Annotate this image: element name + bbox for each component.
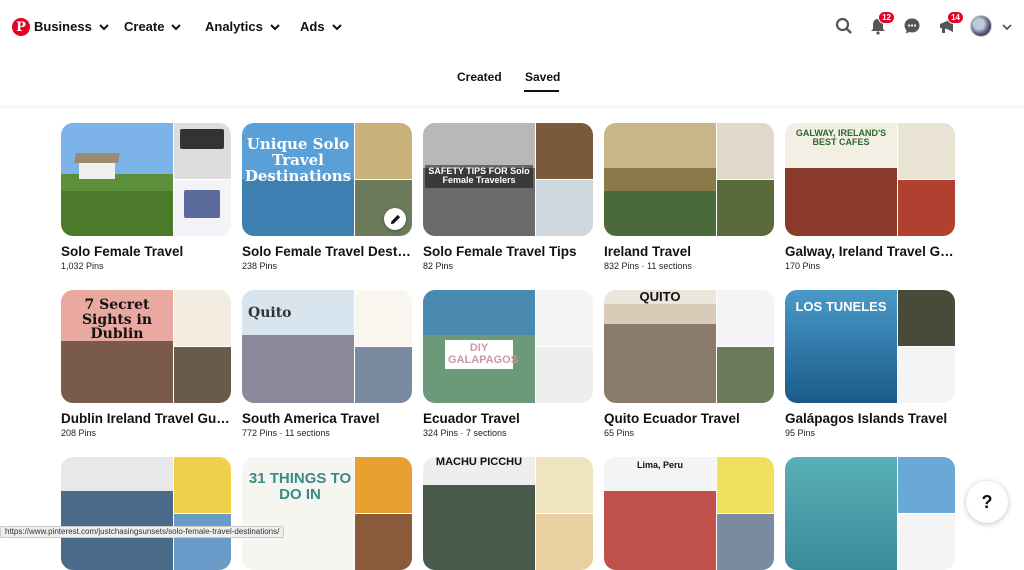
chat-bubble-icon xyxy=(904,18,920,34)
board-cover: DIY GALAPAGOS xyxy=(423,290,593,403)
board-card[interactable]: SAFETY TIPS FOR Solo Female Travelers So… xyxy=(423,123,593,271)
board-cover-text: Lima, Peru xyxy=(636,460,683,470)
board-cover: Lima, Peru xyxy=(604,457,774,570)
chevron-down-icon xyxy=(171,23,182,30)
board-title: Ireland Travel xyxy=(604,244,692,259)
board-pin-count: 1,032 Pins xyxy=(61,261,104,271)
board-title: Galápagos Islands Travel xyxy=(785,411,948,426)
updates-button[interactable]: 14 xyxy=(937,11,964,36)
nav-business-label: Business xyxy=(34,19,92,34)
board-title: Solo Female Travel xyxy=(61,244,184,259)
updates-badge: 14 xyxy=(947,11,964,24)
board-card[interactable] xyxy=(61,457,231,570)
board-cover-text: Unique Solo Travel Destinations xyxy=(244,135,352,185)
nav-create-label: Create xyxy=(124,19,165,34)
board-cover-text: QUITO xyxy=(604,290,716,304)
board-pin-count: 324 Pins · 7 sections xyxy=(423,428,507,438)
status-url: https://www.pinterest.com/justchasingsun… xyxy=(0,526,285,538)
board-title: Quito Ecuador Travel xyxy=(604,411,740,426)
board-pin-count: 238 Pins xyxy=(242,261,278,271)
nav-create[interactable]: Create xyxy=(124,19,182,34)
tab-created[interactable]: Created xyxy=(457,70,502,84)
pinterest-logo-icon[interactable]: P xyxy=(12,18,30,36)
board-card[interactable]: GALWAY, IRELAND'S BEST CAFES Galway, Ire… xyxy=(785,123,955,271)
board-cover: Quito xyxy=(242,290,412,403)
divider xyxy=(0,106,1024,109)
nav-analytics[interactable]: Analytics xyxy=(205,19,281,34)
board-cover: MACHU PICCHU xyxy=(423,457,593,570)
board-cover: GALWAY, IRELAND'S BEST CAFES xyxy=(785,123,955,236)
active-tab-indicator xyxy=(524,90,559,92)
messages-button[interactable] xyxy=(902,16,922,36)
board-card[interactable]: LOS TUNELES Galápagos Islands Travel 95 … xyxy=(785,290,955,438)
chevron-down-icon xyxy=(331,23,342,30)
board-cover: 31 THINGS TO DO IN xyxy=(242,457,412,570)
avatar[interactable] xyxy=(970,15,992,37)
board-cover-text: DIY GALAPAGOS xyxy=(445,340,518,370)
board-title: Galway, Ireland Travel Guide xyxy=(785,244,955,259)
board-title: Dublin Ireland Travel Guide xyxy=(61,411,231,426)
board-card[interactable]: Unique Solo Travel Destinations Solo Fem… xyxy=(242,123,412,271)
pencil-icon xyxy=(390,214,400,224)
board-cover xyxy=(61,457,231,570)
board-cover-text: 7 Secret Sights in Dublin xyxy=(81,297,153,343)
edit-board-button[interactable] xyxy=(384,208,406,230)
board-pin-count: 65 Pins xyxy=(604,428,635,438)
board-card[interactable]: Quito South America Travel 772 Pins · 11… xyxy=(242,290,412,438)
board-cover-text: Quito xyxy=(248,305,292,321)
board-title: South America Travel xyxy=(242,411,380,426)
board-cover: LOS TUNELES xyxy=(785,290,955,403)
board-cover: QUITO xyxy=(604,290,774,403)
board-card[interactable]: Solo Female Travel 1,032 Pins xyxy=(61,123,231,271)
board-title: Ecuador Travel xyxy=(423,411,520,426)
board-cover: 7 Secret Sights in Dublin xyxy=(61,290,231,403)
board-pin-count: 170 Pins xyxy=(785,261,821,271)
board-cover-text: SAFETY TIPS FOR Solo Female Travelers xyxy=(425,165,533,188)
search-button[interactable] xyxy=(834,16,854,36)
board-card[interactable]: 31 THINGS TO DO IN xyxy=(242,457,412,570)
board-pin-count: 95 Pins xyxy=(785,428,816,438)
notifications-button[interactable]: 12 xyxy=(868,11,895,36)
board-cover: SAFETY TIPS FOR Solo Female Travelers xyxy=(423,123,593,236)
search-icon xyxy=(835,17,852,34)
nav-ads-label: Ads xyxy=(300,19,325,34)
board-title: Solo Female Travel Tips xyxy=(423,244,577,259)
nav-ads[interactable]: Ads xyxy=(300,19,343,34)
board-card[interactable]: MACHU PICCHU xyxy=(423,457,593,570)
board-pin-count: 832 Pins · 11 sections xyxy=(604,261,692,271)
board-cover-text: GALWAY, IRELAND'S BEST CAFES xyxy=(795,128,887,148)
board-cover-text: MACHU PICCHU xyxy=(435,457,523,468)
board-pin-count: 82 Pins xyxy=(423,261,454,271)
board-card[interactable]: QUITO Quito Ecuador Travel 65 Pins xyxy=(604,290,774,438)
nav-business[interactable]: Business xyxy=(34,19,110,34)
board-pin-count: 772 Pins · 11 sections xyxy=(242,428,330,438)
board-card[interactable]: Ireland Travel 832 Pins · 11 sections xyxy=(604,123,774,271)
board-title: Solo Female Travel Destinations xyxy=(242,244,412,259)
chevron-down-icon xyxy=(99,23,109,30)
board-card[interactable] xyxy=(785,457,955,570)
board-cover xyxy=(785,457,955,570)
board-pin-count: 208 Pins xyxy=(61,428,97,438)
board-card[interactable]: Lima, Peru xyxy=(604,457,774,570)
notifications-badge: 12 xyxy=(878,11,895,24)
top-nav: P Business Create Analytics Ads 12 14 xyxy=(0,0,1024,54)
tab-saved[interactable]: Saved xyxy=(525,70,560,84)
board-card[interactable]: 7 Secret Sights in Dublin Dublin Ireland… xyxy=(61,290,231,438)
board-cover xyxy=(61,123,231,236)
chevron-down-icon[interactable] xyxy=(1001,21,1013,33)
board-card[interactable]: DIY GALAPAGOS Ecuador Travel 324 Pins · … xyxy=(423,290,593,438)
board-cover-text: LOS TUNELES xyxy=(795,299,887,314)
board-cover: Unique Solo Travel Destinations xyxy=(242,123,412,236)
chevron-down-icon xyxy=(270,23,280,30)
board-cover xyxy=(604,123,774,236)
nav-analytics-label: Analytics xyxy=(205,19,263,34)
help-button[interactable]: ? xyxy=(966,481,1008,523)
board-cover-text: 31 THINGS TO DO IN xyxy=(248,470,352,503)
profile-tabs: Created Saved xyxy=(0,70,1024,92)
